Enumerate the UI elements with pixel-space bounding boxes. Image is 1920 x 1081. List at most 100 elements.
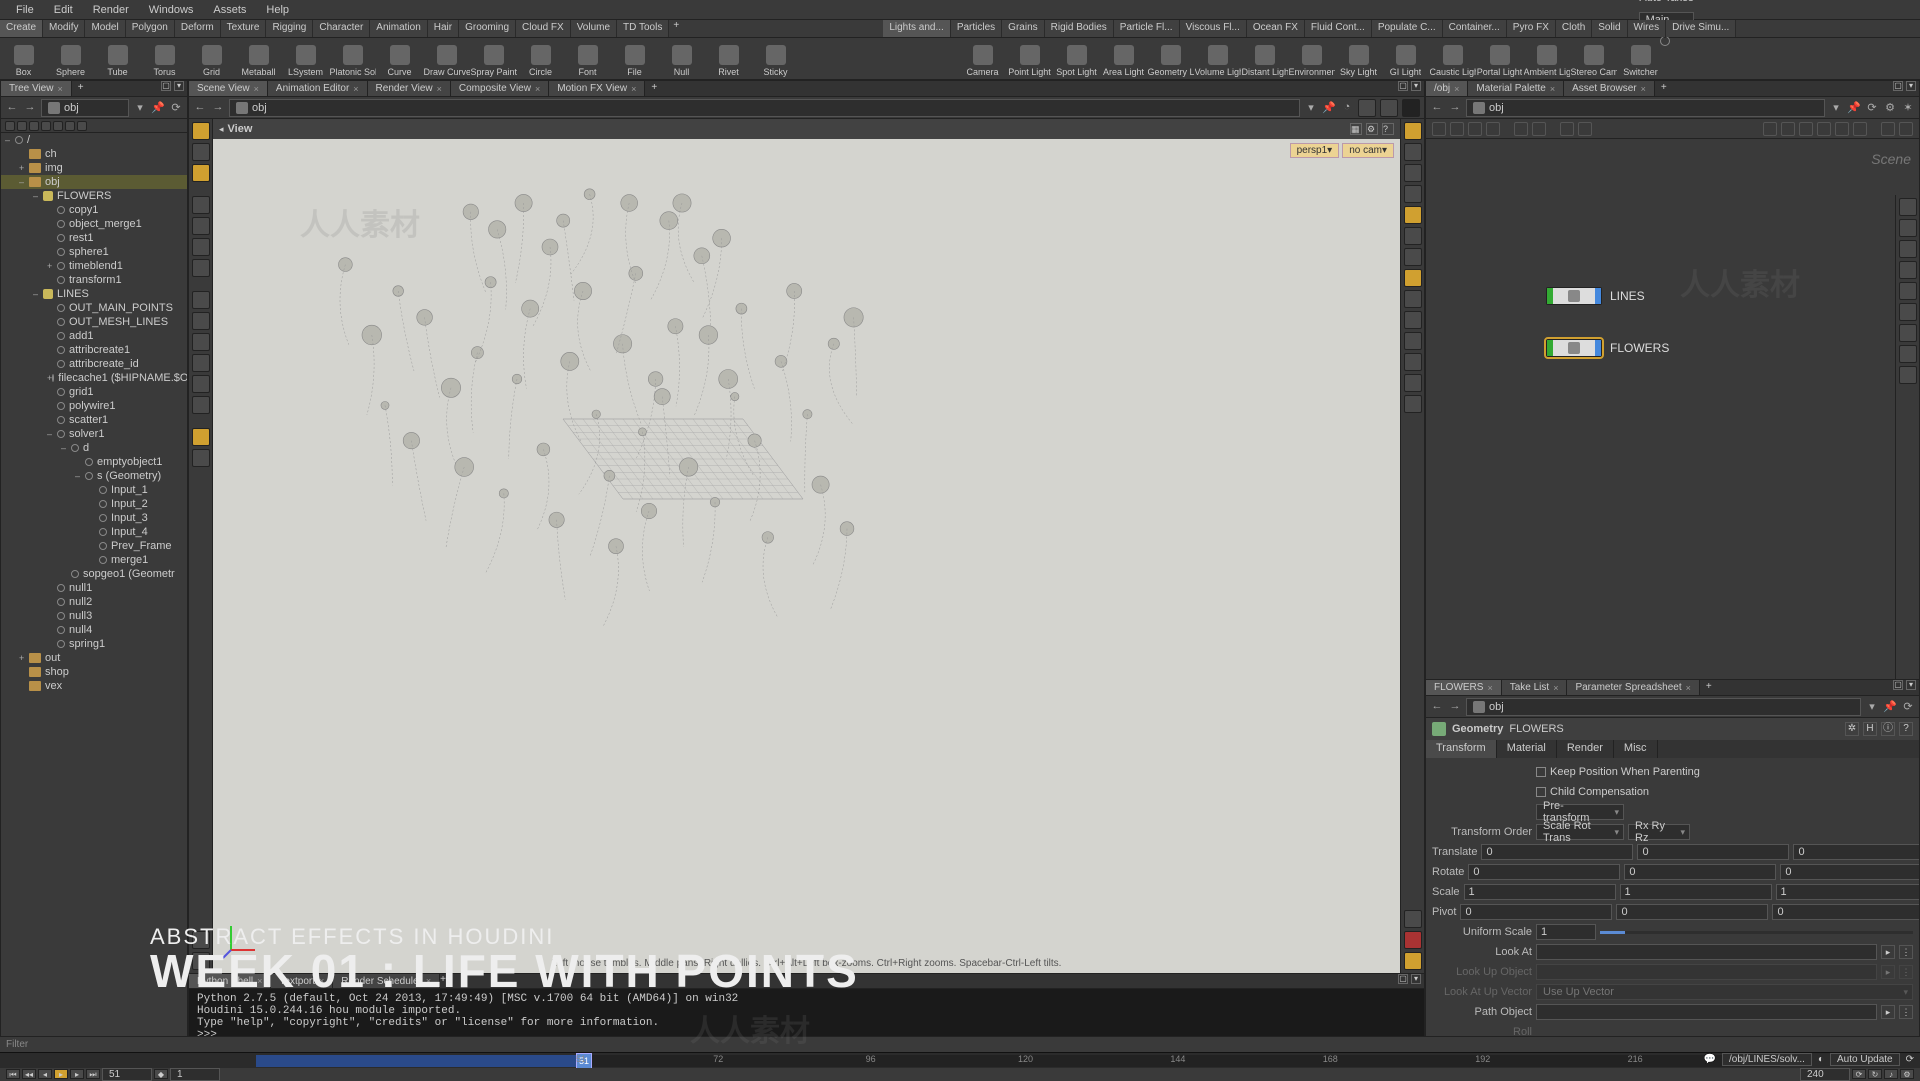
shelf-tool-circle[interactable]: Circle <box>517 38 564 79</box>
close-icon[interactable]: × <box>1553 683 1558 693</box>
path-dropdown-icon[interactable]: ▾ <box>1829 101 1843 115</box>
shelf-tool-grid[interactable]: Grid <box>188 38 235 79</box>
tree-item[interactable]: sopgeo1 (Geometr <box>1 567 187 581</box>
shelf-tool-portallight[interactable]: Portal Light <box>1476 38 1523 79</box>
refresh-icon[interactable]: ⟳ <box>1906 1054 1914 1065</box>
path-obj-input[interactable] <box>1536 1004 1877 1020</box>
tree-item[interactable]: shop <box>1 665 187 679</box>
pane-tab[interactable]: /obj× <box>1426 81 1468 96</box>
shelf-tab[interactable]: Lights and... <box>883 20 950 37</box>
viewport-3d[interactable]: ◂ View ▦ ⚙ ? persp1▾ no cam▾ Left mouse <box>213 119 1400 973</box>
filter-icon[interactable] <box>41 121 51 131</box>
pane-max-icon[interactable]: ▢ <box>1398 81 1408 91</box>
node-chip[interactable] <box>1546 287 1602 305</box>
pane-opt-icon[interactable]: ▾ <box>1411 974 1421 984</box>
gear-icon[interactable]: ✲ <box>1845 722 1859 736</box>
shelf-tool-torus[interactable]: Torus <box>141 38 188 79</box>
param-tab-render[interactable]: Render <box>1557 740 1614 758</box>
filter-icon[interactable] <box>5 121 15 131</box>
shelf-tab[interactable]: Modify <box>43 20 85 37</box>
close-icon[interactable]: × <box>437 84 442 94</box>
tree-item[interactable]: sphere1 <box>1 245 187 259</box>
tree-item[interactable]: Input_3 <box>1 511 187 525</box>
net-side-icon[interactable] <box>1899 240 1917 258</box>
next-frame-button[interactable]: ▸ <box>70 1069 84 1079</box>
shelf-tool-tube[interactable]: Tube <box>94 38 141 79</box>
tree-item[interactable]: rest1 <box>1 231 187 245</box>
shelf-tool-geometryl[interactable]: Geometry L... <box>1147 38 1194 79</box>
close-icon[interactable]: × <box>57 84 62 94</box>
tree-item[interactable]: spring1 <box>1 637 187 651</box>
display-icon[interactable] <box>1404 122 1422 140</box>
tree-item[interactable]: emptyobject1 <box>1 455 187 469</box>
timeline-track[interactable]: 51 517296120144168192216240 <box>256 1055 1780 1067</box>
rx-input[interactable] <box>1468 864 1620 880</box>
add-tab-button[interactable]: + <box>1655 81 1673 96</box>
tool-icon[interactable] <box>192 354 210 372</box>
uniform-scale-input[interactable] <box>1536 924 1596 940</box>
tree-item[interactable]: ch <box>1 147 187 161</box>
select-tool-icon[interactable] <box>192 122 210 140</box>
filter-bar[interactable]: Filter <box>0 1036 1920 1052</box>
net-side-icon[interactable] <box>1899 303 1917 321</box>
network-path-input[interactable]: obj <box>1466 99 1825 117</box>
shelf-tool-spotlight[interactable]: Spot Light <box>1053 38 1100 79</box>
shelf-tool-causticlight[interactable]: Caustic Light <box>1429 38 1476 79</box>
net-icon[interactable] <box>1532 122 1546 136</box>
prev-frame-button[interactable]: ◂ <box>38 1069 52 1079</box>
status-path[interactable]: /obj/LINES/solv... <box>1722 1053 1812 1066</box>
expand-icon[interactable]: + <box>19 163 29 173</box>
pane-tab[interactable]: Composite View× <box>451 81 549 96</box>
expand-icon[interactable]: – <box>33 289 43 299</box>
sz-input[interactable] <box>1776 884 1919 900</box>
path-dropdown-icon[interactable]: ▾ <box>133 101 147 115</box>
back-icon[interactable]: ← <box>193 101 207 115</box>
tree-item[interactable]: transform1 <box>1 273 187 287</box>
pane-opt-icon[interactable]: ▾ <box>174 81 184 91</box>
shelf-tab[interactable]: Viscous Fl... <box>1180 20 1247 37</box>
rz-input[interactable] <box>1780 864 1919 880</box>
scene-tree[interactable]: –/ch+img–obj–FLOWERScopy1object_merge1re… <box>1 133 187 1059</box>
pane-tab[interactable]: Motion FX View× <box>549 81 645 96</box>
vp-mode-icon[interactable] <box>1402 99 1420 117</box>
tab-tree-view[interactable]: Tree View× <box>1 81 72 96</box>
audio-button[interactable]: ♪ <box>1884 1069 1898 1079</box>
display-icon[interactable] <box>1404 164 1422 182</box>
refresh-icon[interactable]: ⟳ <box>1901 700 1915 714</box>
param-tab-transform[interactable]: Transform <box>1426 740 1497 758</box>
shelf-tab[interactable]: Drive Simu... <box>1666 20 1736 37</box>
expand-icon[interactable]: – <box>5 135 15 145</box>
move-tool-icon[interactable] <box>192 217 210 235</box>
flag-icon[interactable]: H <box>1863 722 1877 736</box>
expand-icon[interactable]: + <box>47 261 57 271</box>
scale-tool-icon[interactable] <box>192 259 210 277</box>
path-dropdown-icon[interactable]: ▾ <box>1304 101 1318 115</box>
tree-item[interactable]: merge1 <box>1 553 187 567</box>
display-icon[interactable] <box>1404 143 1422 161</box>
shelf-tab[interactable]: Model <box>85 20 125 37</box>
shelf-tab[interactable]: TD Tools <box>617 20 669 37</box>
py-input[interactable] <box>1616 904 1768 920</box>
filter-icon[interactable] <box>77 121 87 131</box>
pane-opt-icon[interactable]: ▾ <box>1906 680 1916 690</box>
rotate-tool-icon[interactable] <box>192 238 210 256</box>
shelf-tool-box[interactable]: Box <box>0 38 47 79</box>
shelf-tab[interactable]: Grooming <box>459 20 516 37</box>
tree-item[interactable]: scatter1 <box>1 413 187 427</box>
viewport-path-input[interactable]: obj <box>229 99 1300 117</box>
help-icon[interactable]: ? <box>1382 123 1394 135</box>
trs-order-dropdown[interactable]: Scale Rot Trans <box>1536 824 1624 840</box>
tree-item[interactable]: –obj <box>1 175 187 189</box>
shelf-tab[interactable]: Polygon <box>126 20 175 37</box>
expand-icon[interactable]: – <box>33 191 43 201</box>
tool-icon[interactable] <box>192 428 210 446</box>
tree-item[interactable]: grid1 <box>1 385 187 399</box>
chat-icon[interactable]: 💬 <box>1704 1054 1716 1065</box>
net-icon[interactable] <box>1560 122 1574 136</box>
param-menu-icon[interactable]: ⋮ <box>1899 945 1913 959</box>
op-chooser-icon[interactable]: ▸ <box>1881 945 1895 959</box>
shelf-tab[interactable]: Rigging <box>266 20 313 37</box>
pane-opt-icon[interactable]: ▾ <box>1411 81 1421 91</box>
expand-icon[interactable]: + <box>19 653 29 663</box>
shelf-tool-drawcurve[interactable]: Draw Curve <box>423 38 470 79</box>
